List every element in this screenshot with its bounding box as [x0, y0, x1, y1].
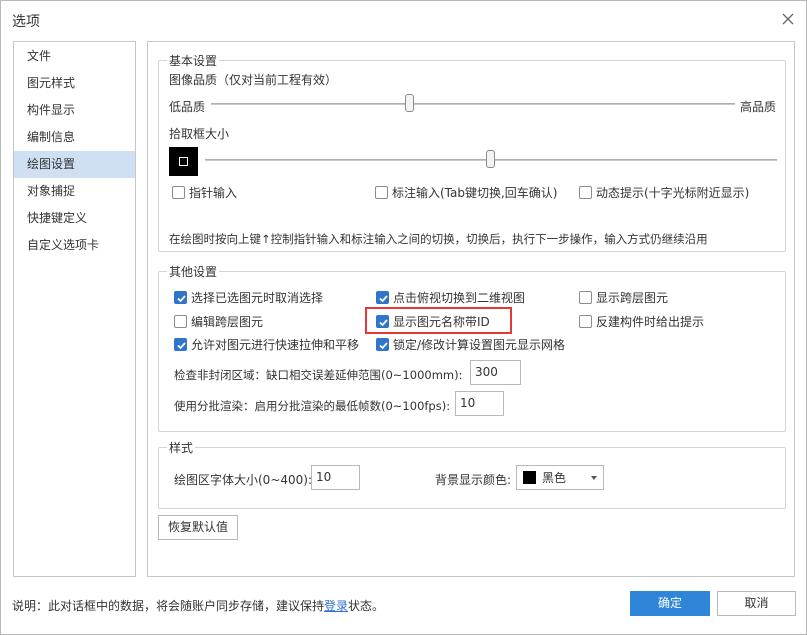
checkbox-box[interactable] [174, 338, 187, 351]
show-cross-layer-checkbox[interactable]: 显示跨层图元 [579, 289, 668, 306]
dynamic-prompt-checkbox[interactable]: 动态提示(十字光标附近显示) [579, 184, 749, 201]
checkbox-box[interactable] [579, 291, 592, 304]
quality-slider-thumb[interactable] [405, 94, 415, 112]
quick-stretch-label: 允许对图元进行快速拉伸和平移 [191, 338, 360, 352]
sidebar-item-custom-tabs[interactable]: 自定义选项卡 [14, 232, 135, 259]
bg-color-value: 黑色 [542, 471, 567, 485]
other-settings-group: 其他设置 选择已选图元时取消选择 点击俯视切换到二维视图 显示跨层图元 编辑跨层… [158, 263, 786, 432]
quick-stretch-checkbox[interactable]: 允许对图元进行快速拉伸和平移 [174, 336, 359, 353]
chevron-down-icon [591, 476, 597, 480]
pick-size-slider-thumb[interactable] [486, 150, 495, 168]
checkbox-box[interactable] [174, 291, 187, 304]
basic-settings-group: 基本设置 图像品质（仅对当前工程有效） 低品质 高品质 拾取框大小 指针输入 标… [158, 52, 786, 252]
sidebar: 文件 图元样式 构件显示 编制信息 绘图设置 对象捕捉 快捷键定义 自定义选项卡 [13, 41, 136, 577]
cancel-selection-checkbox[interactable]: 选择已选图元时取消选择 [174, 289, 323, 306]
ok-button[interactable]: 确定 [630, 591, 710, 616]
pointer-input-label: 指针输入 [189, 186, 238, 200]
dynamic-prompt-label: 动态提示(十字光标附近显示) [596, 186, 750, 200]
pick-size-label: 拾取框大小 [169, 127, 230, 141]
reverse-build-prompt-checkbox[interactable]: 反建构件时给出提示 [579, 313, 704, 330]
cancel-button[interactable]: 取消 [717, 591, 796, 616]
sidebar-item-shortcut-keys[interactable]: 快捷键定义 [14, 205, 135, 232]
other-settings-title: 其他设置 [167, 263, 220, 280]
dimension-input-label: 标注输入(Tab键切换,回车确认) [392, 186, 558, 200]
checkbox-box[interactable] [174, 315, 187, 328]
footer-note-prefix: 说明：此对话框中的数据，将会随账户同步存储，建议保持 [12, 599, 325, 613]
sidebar-item-file[interactable]: 文件 [14, 43, 135, 70]
checkbox-box[interactable] [375, 186, 388, 199]
show-cross-layer-label: 显示跨层图元 [596, 291, 669, 305]
login-link[interactable]: 登录 [324, 599, 348, 613]
options-dialog: 选项 文件 图元样式 构件显示 编制信息 绘图设置 对象捕捉 快捷键定义 自定义… [0, 0, 807, 635]
style-title: 样式 [167, 439, 196, 456]
font-size-label: 绘图区字体大小(0~400): [174, 473, 313, 487]
topview-2d-checkbox[interactable]: 点击俯视切换到二维视图 [376, 289, 525, 306]
close-icon[interactable] [780, 11, 796, 27]
bg-color-swatch [523, 471, 536, 484]
checkbox-box[interactable] [579, 186, 592, 199]
batch-render-input[interactable]: 10 [455, 391, 504, 416]
checkbox-box[interactable] [376, 291, 389, 304]
footer-note-suffix: 状态。 [348, 599, 385, 613]
checkbox-box[interactable] [172, 186, 185, 199]
bg-color-select[interactable]: 黑色 [516, 465, 604, 490]
cancel-selection-label: 选择已选图元时取消选择 [191, 291, 324, 305]
lock-grid-checkbox[interactable]: 锁定/修改计算设置图元显示网格 [376, 336, 565, 353]
lock-grid-label: 锁定/修改计算设置图元显示网格 [393, 338, 566, 352]
pointer-input-checkbox[interactable]: 指针输入 [172, 184, 237, 201]
check-region-label: 检查非封闭区域：缺口相交误差延伸范围(0~1000mm): [174, 368, 463, 382]
restore-defaults-button[interactable]: 恢复默认值 [158, 515, 238, 540]
reverse-build-prompt-label: 反建构件时给出提示 [596, 315, 705, 329]
check-region-input[interactable]: 300 [470, 360, 521, 385]
batch-render-label: 使用分批渲染：启用分批渲染的最低帧数(0~100fps): [174, 399, 451, 413]
quality-slider-track[interactable] [211, 103, 735, 105]
dialog-title: 选项 [12, 14, 40, 30]
dimension-input-checkbox[interactable]: 标注输入(Tab键切换,回车确认) [375, 184, 558, 201]
checkbox-box[interactable] [376, 315, 389, 328]
checkbox-box[interactable] [579, 315, 592, 328]
bg-color-label: 背景显示颜色: [435, 473, 512, 487]
show-name-with-id-checkbox[interactable]: 显示图元名称带ID [376, 313, 490, 330]
high-quality-label: 高品质 [740, 100, 777, 114]
sidebar-item-component-display[interactable]: 构件显示 [14, 97, 135, 124]
input-switch-note: 在绘图时按向上键↑控制指针输入和标注输入之间的切换，切换后，执行下一步操作，输入… [169, 232, 708, 246]
settings-panel: 基本设置 图像品质（仅对当前工程有效） 低品质 高品质 拾取框大小 指针输入 标… [147, 41, 795, 577]
edit-cross-layer-label: 编辑跨层图元 [191, 315, 264, 329]
checkbox-box[interactable] [376, 338, 389, 351]
edit-cross-layer-checkbox[interactable]: 编辑跨层图元 [174, 313, 263, 330]
topview-2d-label: 点击俯视切换到二维视图 [393, 291, 526, 305]
sidebar-item-edit-info[interactable]: 编制信息 [14, 124, 135, 151]
style-group: 样式 绘图区字体大小(0~400): 10 背景显示颜色: 黑色 [158, 439, 786, 509]
font-size-input[interactable]: 10 [311, 465, 360, 490]
image-quality-label: 图像品质（仅对当前工程有效） [169, 73, 338, 87]
pick-box-preview [169, 147, 198, 176]
footer-note: 说明：此对话框中的数据，将会随账户同步存储，建议保持登录状态。 [12, 597, 384, 614]
show-name-with-id-label: 显示图元名称带ID [393, 315, 490, 329]
low-quality-label: 低品质 [169, 100, 206, 114]
sidebar-item-drawing-settings[interactable]: 绘图设置 [14, 151, 135, 178]
sidebar-item-object-snap[interactable]: 对象捕捉 [14, 178, 135, 205]
sidebar-item-element-style[interactable]: 图元样式 [14, 70, 135, 97]
basic-settings-title: 基本设置 [167, 52, 220, 69]
